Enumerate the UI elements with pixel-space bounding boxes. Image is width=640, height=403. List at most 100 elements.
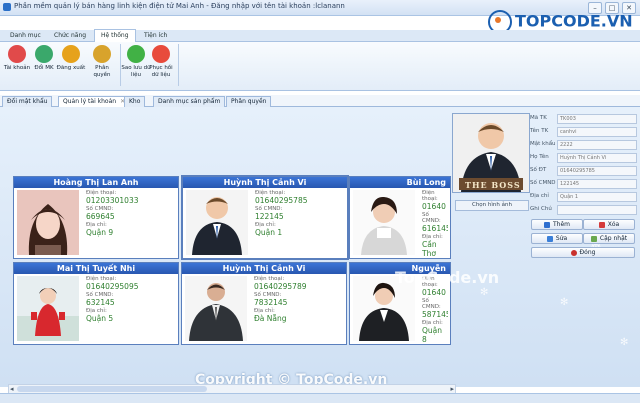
window-controls: – □ ✕ bbox=[588, 2, 636, 14]
form-row-mat-khau: Mật khẩu 2222 bbox=[529, 140, 637, 150]
address-value: Cần Thơ bbox=[422, 240, 437, 258]
minimize-button[interactable]: – bbox=[588, 2, 602, 14]
scroll-left-icon[interactable]: ◂ bbox=[10, 385, 14, 393]
avatar bbox=[353, 190, 415, 255]
account-card[interactable]: Bùi Long Điện thoại: 01640 Số CMND: 6161… bbox=[349, 176, 451, 259]
close-label: Đóng bbox=[579, 249, 596, 256]
tab-doi-mat-khau[interactable]: Đổi mật khẩu bbox=[2, 96, 53, 107]
document-tabs: Đổi mật khẩu Quản lý tài khoản ✕ Kho Danh… bbox=[0, 95, 640, 107]
phone-value: 01640 bbox=[422, 202, 446, 211]
card-name: Mai Thị Tuyết Nhi bbox=[14, 263, 178, 274]
phone-field[interactable]: 01640295785 bbox=[557, 166, 637, 176]
change-password-button[interactable]: Đổi MK bbox=[29, 45, 59, 72]
account-card-selected[interactable]: Huỳnh Thị Cảnh Vi Điện thoại: 0164029578… bbox=[181, 175, 349, 260]
maximize-button[interactable]: □ bbox=[605, 2, 619, 14]
form-row-so-dt: Số ĐT 01640295785 bbox=[529, 166, 637, 176]
edit-label: Sửa bbox=[555, 235, 568, 242]
account-card[interactable]: Hoàng Thị Lan Anh Điện thoại: 0120330103… bbox=[13, 176, 179, 259]
tab-chuc-nang[interactable]: Chức năng bbox=[48, 30, 92, 41]
card-info: Điện thoại: 01640 Số CMND: 616145 Địa ch… bbox=[422, 190, 448, 258]
edit-button[interactable]: Sửa bbox=[531, 233, 583, 244]
delete-label: Xóa bbox=[607, 221, 620, 228]
cmnd-value: 122145 bbox=[255, 212, 284, 221]
permission-icon bbox=[93, 45, 111, 63]
field-label: Địa chỉ bbox=[530, 193, 549, 199]
watermark-center: TopCode.vn bbox=[395, 268, 500, 287]
logout-button[interactable]: Đăng xuất bbox=[56, 45, 86, 72]
logout-icon bbox=[62, 45, 80, 63]
window-title: Phần mềm quản lý bán hàng linh kiện điện… bbox=[14, 2, 345, 10]
delete-icon bbox=[598, 221, 605, 228]
card-name: Huỳnh Thị Cảnh Vi bbox=[183, 177, 347, 188]
tab-danh-muc[interactable]: Danh mục bbox=[4, 30, 47, 41]
address-value: Quận 1 bbox=[255, 228, 283, 237]
brand-text: TOPCODE.VN bbox=[515, 11, 633, 31]
card-info: Điện thoại: 01640295789 Số CMND: 7832145… bbox=[254, 276, 344, 324]
card-name: Hoàng Thị Lan Anh bbox=[14, 177, 178, 188]
add-button[interactable]: Thêm bbox=[531, 219, 583, 230]
phone-value: 01640295785 bbox=[255, 196, 308, 205]
tab-label: Đổi mật khẩu bbox=[7, 98, 48, 105]
address-value: Quận 8 bbox=[422, 326, 443, 344]
card-info: Điện thoại: 01203301033 Số CMND: 669645 … bbox=[86, 190, 176, 238]
restore-button[interactable]: Phục hồi dữ liệu bbox=[146, 45, 176, 79]
account-button[interactable]: Tài khoản bbox=[2, 45, 32, 72]
delete-button[interactable]: Xóa bbox=[583, 219, 635, 230]
phone-value: 01640295789 bbox=[254, 282, 307, 291]
account-card[interactable]: Huỳnh Thị Cảnh Vi Điện thoại: 0164029578… bbox=[181, 262, 347, 345]
permission-button[interactable]: Phân quyền bbox=[87, 45, 117, 79]
tab-he-thong[interactable]: Hệ thống bbox=[94, 29, 136, 42]
address-field[interactable]: Quận 1 bbox=[557, 192, 637, 202]
phone-value: 01640 bbox=[422, 288, 446, 297]
update-button[interactable]: Cập nhật bbox=[583, 233, 635, 244]
address-value: Đà Nẵng bbox=[254, 314, 287, 323]
card-info: Điện thoại: 01640295095 Số CMND: 632145 … bbox=[86, 276, 176, 324]
scroll-thumb[interactable] bbox=[17, 386, 207, 392]
scroll-right-icon[interactable]: ▸ bbox=[450, 385, 454, 393]
username-field[interactable]: canhvi bbox=[557, 127, 637, 137]
backup-icon bbox=[127, 45, 145, 63]
phone-value: 01640295095 bbox=[86, 282, 139, 291]
field-label: Mã TK bbox=[530, 115, 547, 121]
form-row-ghi-chu: Ghi Chú bbox=[529, 205, 637, 215]
field-label: Tên TK bbox=[530, 128, 549, 134]
account-card[interactable]: Mai Thị Tuyết Nhi Điện thoại: 0164029509… bbox=[13, 262, 179, 345]
form-row-dia-chi: Địa chỉ Quận 1 bbox=[529, 192, 637, 202]
fullname-field[interactable]: Huỳnh Thị Cảnh Vi bbox=[557, 153, 637, 163]
add-label: Thêm bbox=[552, 221, 570, 228]
add-icon bbox=[543, 221, 550, 228]
tab-label: Danh mục sản phẩm bbox=[158, 98, 221, 105]
cmnd-field[interactable]: 122145 bbox=[557, 179, 637, 189]
cmnd-label: Số CMND: bbox=[422, 212, 441, 224]
phone-value: 01203301033 bbox=[86, 196, 139, 205]
tab-tien-ich[interactable]: Tiện ích bbox=[138, 30, 173, 41]
tab-kho[interactable]: Kho bbox=[124, 96, 146, 107]
cmnd-value: 669645 bbox=[86, 212, 115, 221]
ribbon-separator-2 bbox=[178, 44, 179, 86]
cmnd-value: 632145 bbox=[86, 298, 115, 307]
close-window-button[interactable]: ✕ bbox=[622, 2, 636, 14]
field-label: Ghi Chú bbox=[530, 206, 552, 212]
snowflake-icon: ✻ bbox=[560, 297, 569, 308]
account-id-field[interactable]: TK003 bbox=[557, 114, 637, 124]
tab-quan-ly-tai-khoan[interactable]: Quản lý tài khoản ✕ bbox=[58, 96, 131, 107]
permission-label: Phân quyền bbox=[93, 65, 111, 78]
form-row-ho-ten: Họ Tên Huỳnh Thị Cảnh Vi bbox=[529, 153, 637, 163]
avatar bbox=[17, 190, 79, 255]
choose-image-button[interactable]: Chọn hình ảnh bbox=[455, 200, 529, 211]
tab-danh-muc-san-pham[interactable]: Danh mục sản phẩm bbox=[153, 96, 226, 107]
card-info: Điện thoại: 01640295785 Số CMND: 122145 … bbox=[255, 190, 345, 238]
ribbon: Tài khoản Đổi MK Đăng xuất Phân quyền Sa… bbox=[0, 42, 640, 91]
profile-photo: THE BOSS bbox=[452, 113, 530, 193]
field-label: Họ Tên bbox=[530, 154, 549, 160]
note-field[interactable] bbox=[557, 205, 637, 215]
avatar bbox=[186, 190, 248, 255]
avatar bbox=[17, 276, 79, 341]
edit-icon bbox=[546, 235, 553, 242]
tab-phan-quyen[interactable]: Phân quyền bbox=[226, 96, 272, 107]
close-button[interactable]: Đóng bbox=[531, 247, 635, 258]
lock-icon bbox=[35, 45, 53, 63]
address-value: Quận 9 bbox=[86, 228, 114, 237]
form-row-ten-tk: Tên TK canhvi bbox=[529, 127, 637, 137]
password-field[interactable]: 2222 bbox=[557, 140, 637, 150]
